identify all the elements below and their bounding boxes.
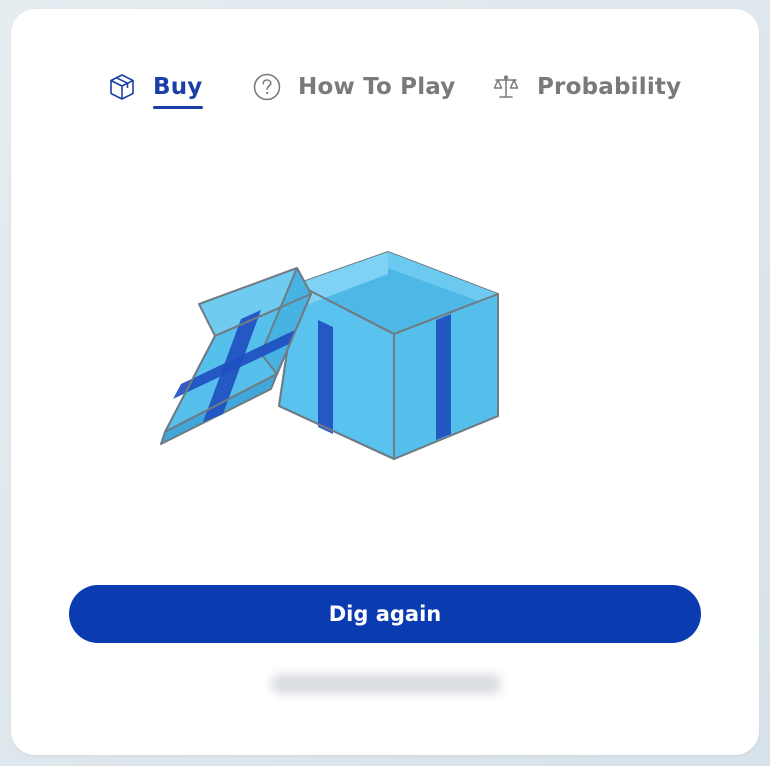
question-circle-icon [252, 72, 282, 102]
tab-probability[interactable]: Probability [491, 65, 681, 109]
open-gift-box-icon [111, 244, 531, 484]
tab-probability-label: Probability [537, 74, 682, 100]
box-icon [107, 72, 137, 102]
tab-buy-label: Buy [153, 74, 203, 109]
dig-again-button[interactable]: Dig again [69, 585, 701, 643]
tab-buy[interactable]: Buy [107, 65, 203, 109]
tab-how-to-play-label: How To Play [298, 74, 456, 100]
scale-icon [491, 72, 521, 102]
purchase-card: Buy How To Play Probability Dig again [11, 9, 759, 755]
tab-how-to-play[interactable]: How To Play [252, 65, 456, 109]
blurred-reference-text [271, 674, 501, 694]
tab-bar: Buy How To Play Probability [11, 65, 759, 115]
